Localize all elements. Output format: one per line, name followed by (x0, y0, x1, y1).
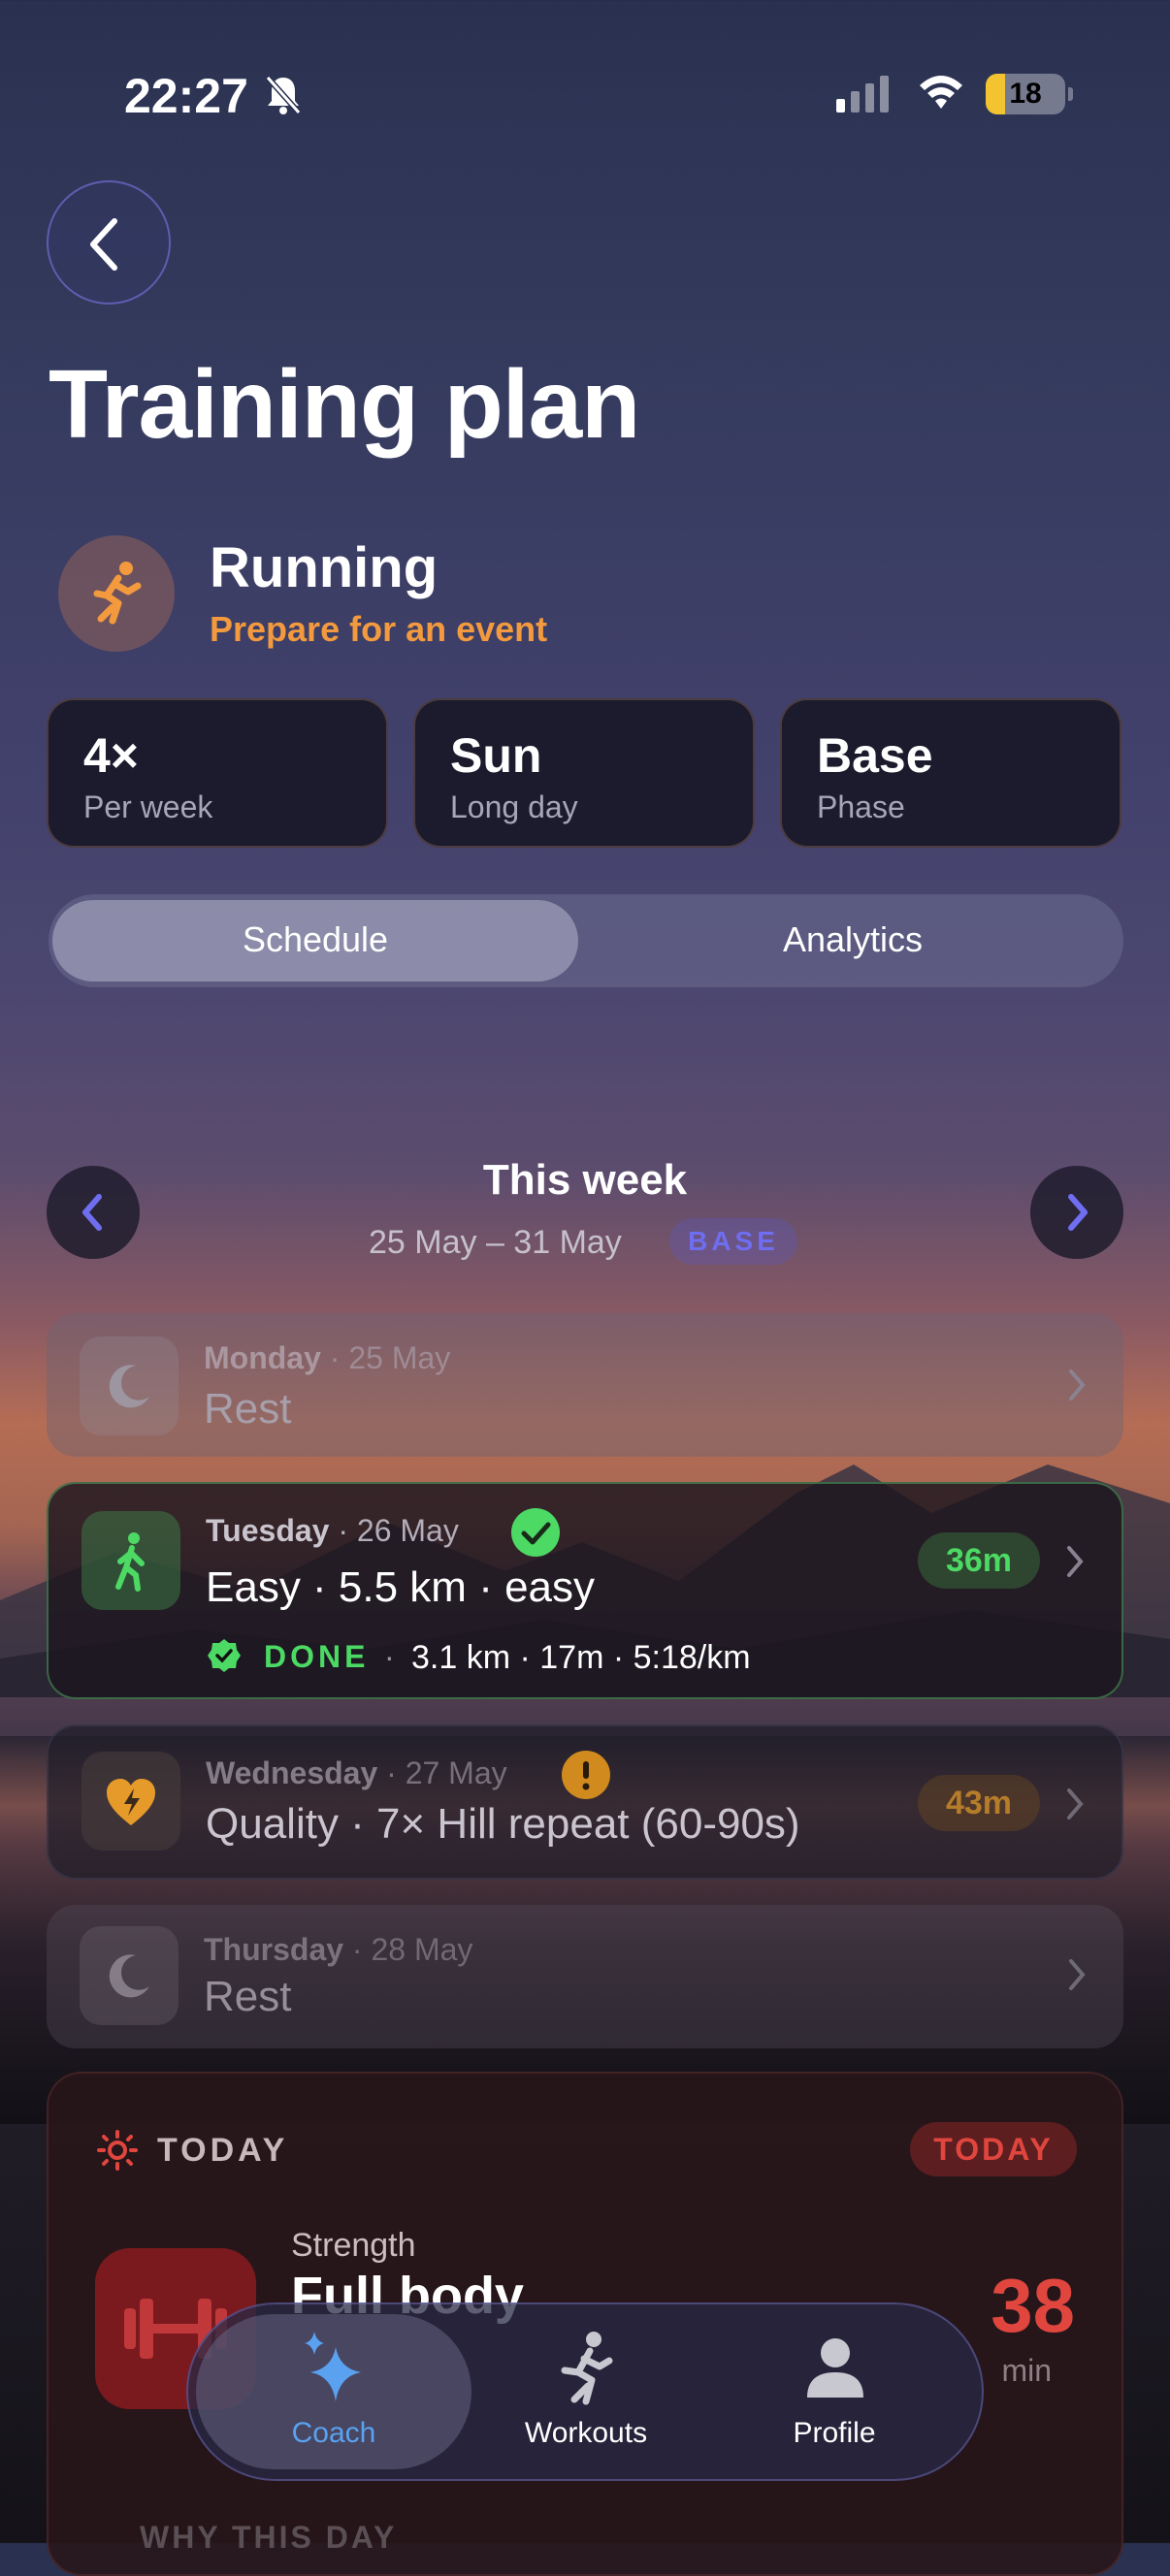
stat-value: Sun (450, 728, 542, 783)
sport-avatar (58, 535, 175, 652)
duration-pill: 36m (918, 1532, 1040, 1589)
rest-icon-tile (80, 1926, 179, 2025)
back-button[interactable] (47, 180, 171, 305)
day-workout-title: Rest (204, 1385, 292, 1433)
day-card-thursday[interactable]: Thursday · 28 May Rest (47, 1905, 1123, 2048)
rest-icon-tile (80, 1336, 179, 1435)
today-minutes-unit: min (1001, 2353, 1052, 2388)
stat-long-day: Sun Long day (413, 698, 755, 848)
nav-coach-label: Coach (291, 2417, 376, 2449)
heart-bolt-icon (107, 1779, 155, 1825)
duration-pill: 43m (918, 1775, 1040, 1831)
day-label: Wednesday · 27 May (206, 1755, 507, 1791)
chevron-right-icon (1067, 1788, 1084, 1819)
sport-goal: Prepare for an event (210, 609, 548, 649)
day-workout-title: Rest (204, 1973, 292, 2020)
day-date: · 28 May (351, 1932, 473, 1967)
day-date: · 25 May (329, 1340, 451, 1375)
stat-phase: Base Phase (780, 698, 1121, 848)
day-card-tuesday[interactable]: Tuesday · 26 May Easy · 5.5 km · easy DO… (47, 1482, 1123, 1699)
today-badge: TODAY (910, 2122, 1077, 2176)
day-date: · 27 May (386, 1755, 507, 1790)
sun-icon (97, 2130, 138, 2171)
chevron-right-icon (1069, 1369, 1086, 1401)
stat-value: Base (817, 728, 933, 783)
chevron-right-icon (1069, 1959, 1086, 1990)
day-name: Monday (204, 1340, 321, 1375)
moon-icon (109, 1954, 149, 1998)
week-range: 25 May – 31 May (369, 1224, 622, 1261)
today-category: Strength (291, 2227, 416, 2264)
stat-label: Phase (817, 789, 905, 824)
chevron-left-icon (82, 1194, 102, 1231)
view-segmented-control: Schedule Analytics (49, 894, 1123, 987)
battery-level: 18 (1009, 78, 1042, 110)
day-workout-title: Quality · 7× Hill repeat (60-90s) (206, 1800, 800, 1848)
nav-workouts[interactable]: Workouts (460, 2324, 712, 2460)
day-label: Thursday · 28 May (204, 1932, 472, 1968)
tab-schedule[interactable]: Schedule (52, 919, 578, 960)
chevron-left-icon (90, 218, 117, 271)
chevron-right-icon (1067, 1546, 1084, 1577)
nav-profile-label: Profile (793, 2417, 876, 2449)
day-label: Monday · 25 May (204, 1340, 450, 1376)
warning-icon (562, 1751, 610, 1799)
verified-badge-icon (208, 1639, 241, 1672)
stat-frequency: 4× Per week (47, 698, 388, 848)
done-stats: 3.1 km · 17m · 5:18/km (411, 1639, 751, 1676)
sparkles-icon (305, 2332, 361, 2401)
stat-value: 4× (83, 728, 140, 783)
running-figure-icon (561, 2332, 613, 2405)
day-card-monday[interactable]: Monday · 25 May Rest (47, 1313, 1123, 1457)
nav-workouts-label: Workouts (524, 2417, 648, 2449)
tab-analytics[interactable]: Analytics (586, 919, 1120, 960)
walking-icon (115, 1532, 145, 1592)
day-label: Tuesday · 26 May (206, 1513, 459, 1549)
week-title: This week (482, 1156, 688, 1204)
day-name: Wednesday (206, 1755, 378, 1790)
today-minutes: 38 (991, 2263, 1075, 2348)
day-date: · 26 May (338, 1513, 459, 1548)
wifi-icon (920, 76, 962, 109)
running-icon (93, 562, 142, 625)
why-this-day-label: WHY THIS DAY (140, 2520, 398, 2555)
phase-badge: BASE (669, 1218, 797, 1265)
next-week-button[interactable] (1030, 1166, 1123, 1259)
quality-icon-tile (81, 1752, 180, 1851)
nav-coach[interactable]: Coach (208, 2324, 460, 2460)
stat-label: Per week (83, 789, 213, 824)
chevron-right-icon (1068, 1194, 1088, 1231)
walk-icon-tile (81, 1511, 180, 1610)
nav-profile[interactable]: Profile (708, 2324, 960, 2460)
day-name: Tuesday (206, 1513, 330, 1548)
today-header: TODAY (157, 2132, 289, 2169)
stat-label: Long day (450, 789, 578, 824)
page-title: Training plan (49, 350, 640, 459)
moon-icon (109, 1365, 149, 1408)
check-circle-icon (511, 1508, 560, 1557)
day-name: Thursday (204, 1932, 344, 1967)
previous-week-button[interactable] (47, 1166, 140, 1259)
status-time: 22:27 (124, 69, 248, 123)
cellular-signal-icon (836, 76, 894, 113)
day-workout-title: Easy · 5.5 km · easy (206, 1563, 596, 1611)
done-label: DONE (264, 1639, 370, 1674)
day-card-wednesday[interactable]: Wednesday · 27 May Quality · 7× Hill rep… (47, 1724, 1123, 1880)
sport-name: Running (210, 536, 439, 599)
separator-dot: · (384, 1639, 395, 1674)
person-icon (807, 2338, 863, 2398)
bell-muted-icon (265, 76, 302, 114)
battery-icon: 18 (986, 74, 1073, 114)
